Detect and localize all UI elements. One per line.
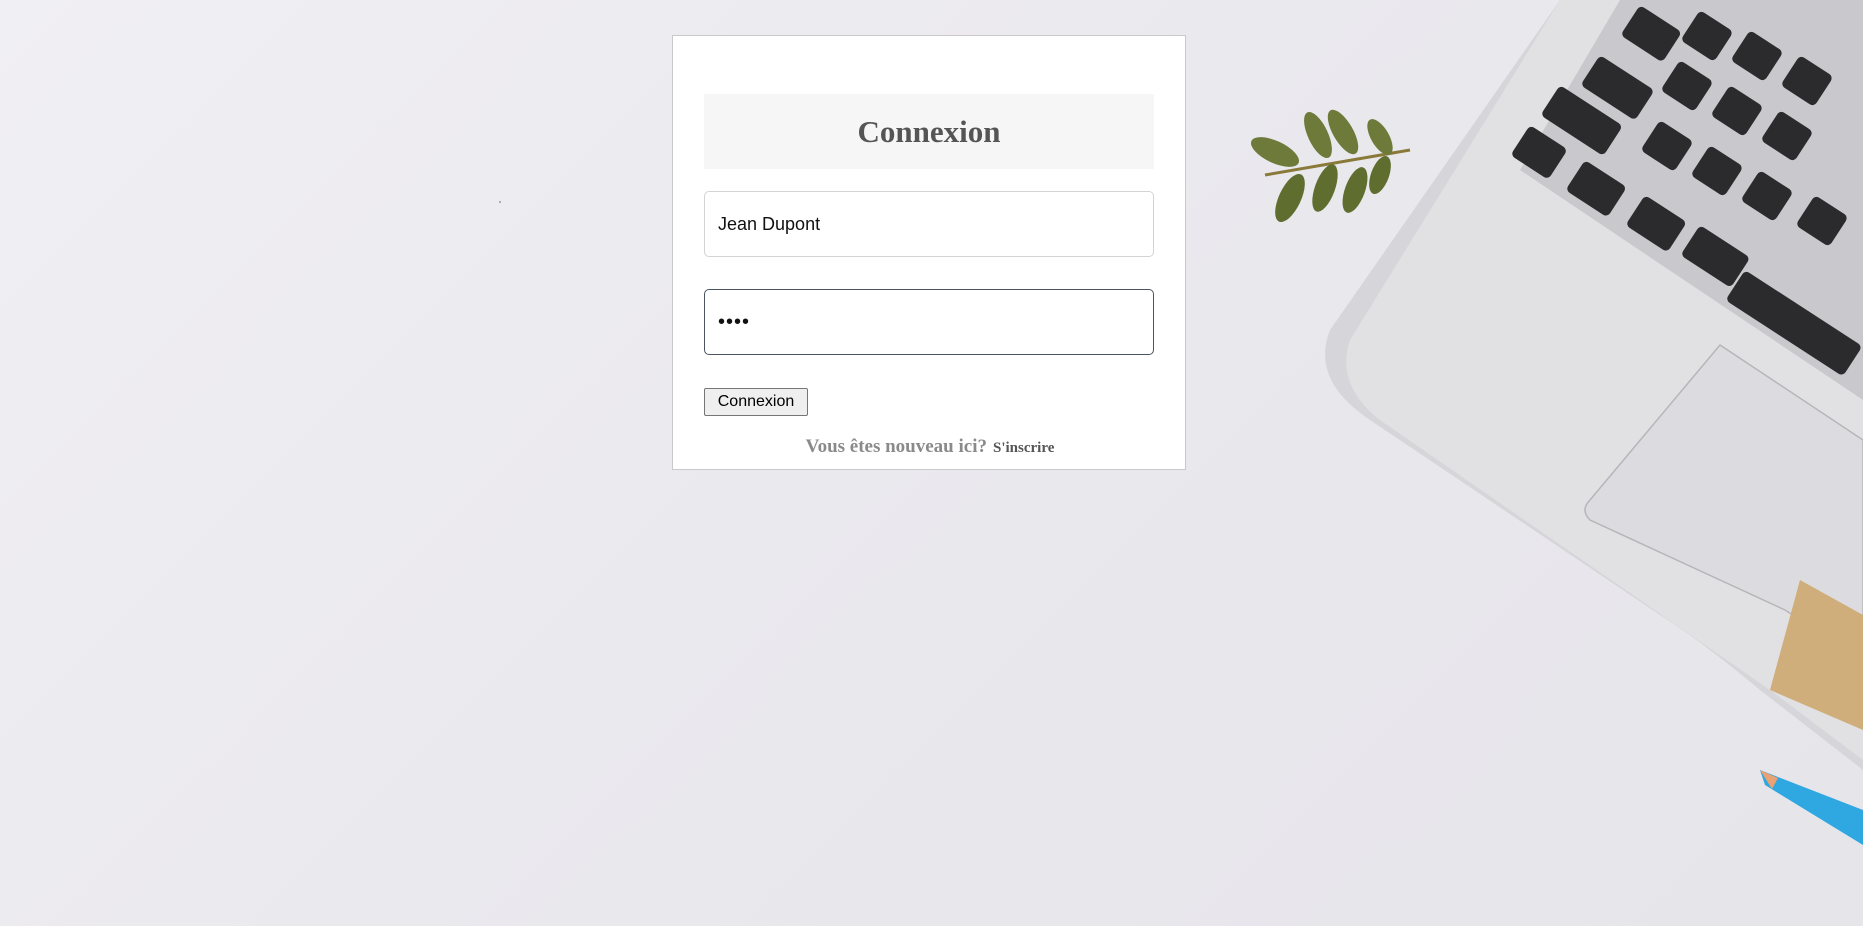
laptop-icon	[1325, 0, 1863, 770]
username-input[interactable]	[704, 191, 1154, 257]
login-page: Connexion Connexion Vous êtes nouveau ic…	[0, 0, 1863, 926]
pencil-icon	[1760, 770, 1863, 845]
leaf-sprig-icon	[1250, 109, 1411, 223]
login-title: Connexion	[704, 94, 1154, 169]
signup-question: Vous êtes nouveau ici?	[805, 436, 987, 457]
signup-link[interactable]: S'inscrire	[993, 440, 1054, 456]
signup-prompt: Vous êtes nouveau ici? S'inscrire	[673, 436, 1187, 458]
password-input[interactable]	[704, 289, 1154, 355]
login-card: Connexion Connexion Vous êtes nouveau ic…	[672, 35, 1186, 470]
login-button[interactable]: Connexion	[704, 388, 808, 416]
